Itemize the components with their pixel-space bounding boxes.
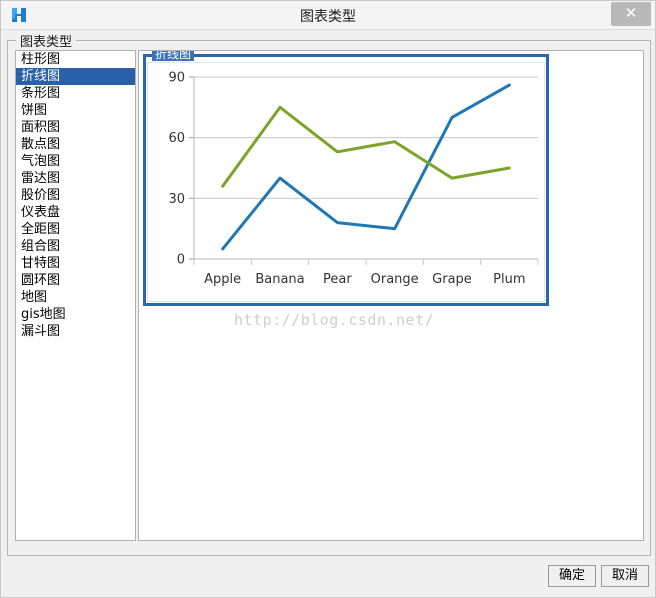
groupbox-label: 图表类型 <box>16 31 77 50</box>
list-item[interactable]: 甘特图 <box>16 255 135 272</box>
chart-plot-container: 0 30 60 90 Apple Banana Pear Orange Grape Plum <box>147 62 545 302</box>
chart-type-dialog: 图表类型 ✕ 图表类型 柱形图 折线图 条形图 饼图 面积图 散点图 气泡图 雷达图 股价图 仪表… <box>0 0 656 598</box>
dialog-footer: 确定 取消 <box>1 557 655 597</box>
list-item[interactable]: 地图 <box>16 289 135 306</box>
close-button[interactable]: ✕ <box>611 2 651 26</box>
list-item[interactable]: 柱形图 <box>16 51 135 68</box>
line-chart-svg: 0 30 60 90 Apple Banana Pear Orange Grape Plum <box>168 71 539 287</box>
list-item[interactable]: 条形图 <box>16 85 135 102</box>
list-item[interactable]: 折线图 <box>16 68 135 85</box>
y-axis-tick-label: 30 <box>168 192 185 207</box>
list-item[interactable]: 仪表盘 <box>16 204 135 221</box>
cancel-button[interactable]: 取消 <box>601 565 649 587</box>
list-item[interactable]: 组合图 <box>16 238 135 255</box>
x-axis-tick-label: Banana <box>255 272 304 287</box>
list-item[interactable]: 散点图 <box>16 136 135 153</box>
list-item[interactable]: 全距图 <box>16 221 135 238</box>
series-line-1 <box>221 83 511 251</box>
list-item[interactable]: 漏斗图 <box>16 323 135 340</box>
list-item[interactable]: gis地图 <box>16 306 135 323</box>
chart-panel-title: 折线图 <box>152 51 195 61</box>
y-axis-tick-label: 60 <box>168 131 185 146</box>
watermark-text: http://blog.csdn.net/ <box>234 311 435 329</box>
ok-button[interactable]: 确定 <box>548 565 596 587</box>
chart-preview-region: 折线图 0 30 60 90 Apple Banana Pear Orange Grape Plu… <box>138 50 644 541</box>
chart-type-groupbox: 图表类型 柱形图 折线图 条形图 饼图 面积图 散点图 气泡图 雷达图 股价图 仪表盘 全距图 组合图… <box>7 31 651 556</box>
window-title: 图表类型 <box>300 9 356 25</box>
list-item[interactable]: 股价图 <box>16 187 135 204</box>
x-axis-tick-label: Grape <box>432 272 472 287</box>
y-axis-tick-label: 90 <box>168 71 185 86</box>
series-line-2 <box>221 105 511 188</box>
title-bar: 图表类型 ✕ <box>1 1 655 30</box>
list-item[interactable]: 饼图 <box>16 102 135 119</box>
line-chart-panel: 折线图 0 30 60 90 Apple Banana Pear Orange Grape Plu… <box>143 51 549 306</box>
list-item[interactable]: 圆环图 <box>16 272 135 289</box>
list-item[interactable]: 雷达图 <box>16 170 135 187</box>
list-item[interactable]: 气泡图 <box>16 153 135 170</box>
close-icon: ✕ <box>624 5 638 22</box>
x-axis-tick-label: Pear <box>323 272 352 287</box>
x-axis-tick-label: Plum <box>493 272 525 287</box>
y-axis-tick-label: 0 <box>177 253 185 268</box>
x-axis-tick-label: Apple <box>204 272 241 287</box>
list-item[interactable]: 面积图 <box>16 119 135 136</box>
chart-type-list[interactable]: 柱形图 折线图 条形图 饼图 面积图 散点图 气泡图 雷达图 股价图 仪表盘 全距图 组合图 甘特图 圆环… <box>15 50 136 541</box>
x-axis-tick-label: Orange <box>371 272 419 287</box>
